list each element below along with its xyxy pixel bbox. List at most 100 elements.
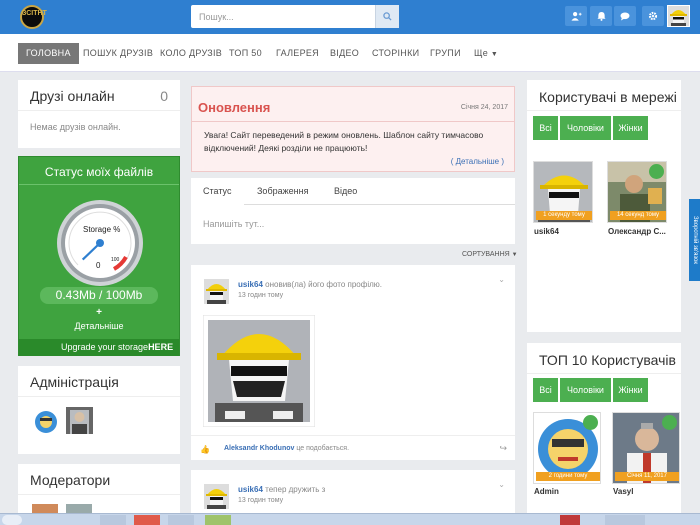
tab-status[interactable]: Статус [203,186,231,196]
caret-down-icon: ▼ [511,252,518,258]
upgrade-here: HERE [148,342,174,352]
top10-filter-women-button[interactable]: Жінки [613,378,648,402]
update-text: Увага! Сайт переведений в режим оновлень… [204,130,484,153]
update-notice: Оновлення Січня 24, 2017 Увага! Сайт пер… [191,86,515,172]
search-button[interactable] [375,5,399,28]
post-menu-icon[interactable]: ⌄ [498,480,505,489]
post-time: 13 годин тому [238,497,284,504]
nav-more-label: Ще [474,48,489,58]
online-user-time-badge: 1 секунду тому [536,211,592,220]
post-action: тепер дружить з [265,485,326,494]
post-user-link[interactable]: usik64 [238,485,263,494]
messages-button[interactable] [614,6,636,26]
online-user-card[interactable]: 1 секунду тому [533,161,593,223]
taskbar-app[interactable] [168,515,194,525]
upgrade-text: Upgrade your storage [61,342,149,352]
nav-groups[interactable]: ГРУПИ [430,43,461,64]
like-icon[interactable]: 👍 [200,445,210,454]
nav-find-friends[interactable]: ПОШУК ДРУЗІВ [83,43,153,64]
likes-line: Aleksandr Khodunov це подобається. [224,445,349,452]
os-taskbar [0,513,700,525]
top-user-name[interactable]: Admin [534,487,559,496]
admins-title: Адміністрація [30,374,119,390]
liker-link[interactable]: Aleksandr Khodunov [224,445,294,452]
divider [191,435,515,436]
post-user-avatar[interactable] [204,484,229,509]
site-logo[interactable]: ЗСІТНТ [20,5,47,29]
friends-online-panel: Друзі онлайн 0 Немає друзів онлайн. [18,80,180,148]
post-menu-icon[interactable]: ⌄ [498,275,505,284]
chat-icon [620,11,630,21]
taskbar-app[interactable] [205,515,231,525]
gauge-label: Storage % [83,225,121,234]
current-user-avatar[interactable] [667,5,690,27]
sort-dropdown[interactable]: СОРТУВАННЯ ▼ [462,251,518,258]
online-user-card[interactable]: 14 секунд тому [607,161,667,223]
online-user-time-badge: 14 секунд тому [610,211,666,220]
search-icon [383,12,392,21]
update-details-link[interactable]: ( Детальніше ) [451,157,504,166]
post-header: usik64 оновив(ла) його фото профілю. [238,280,382,289]
gauge-zero: 0 [96,261,101,270]
feed-post: usik64 оновив(ла) його фото профілю. 13 … [191,265,515,460]
top10-filter-men-button[interactable]: Чоловіки [560,378,611,402]
online-user-name[interactable]: usik64 [534,227,559,236]
caret-down-icon: ▼ [490,51,499,58]
top10-title: ТОП 10 Користувачів [539,352,676,368]
share-icon[interactable]: ↪ [499,443,507,454]
admin-avatar[interactable] [66,407,93,434]
admin-avatar[interactable] [34,410,58,434]
nav-home[interactable]: ГОЛОВНА [18,43,79,64]
divider [18,396,180,397]
friends-online-title: Друзі онлайн [30,88,115,104]
add-friend-icon[interactable] [649,164,664,179]
taskbar-app[interactable] [100,515,126,525]
add-friend-icon[interactable] [662,415,677,430]
post-photo[interactable] [203,315,315,427]
post-user-avatar[interactable] [204,279,229,304]
tab-images[interactable]: Зображення [257,186,308,196]
search-box [191,5,399,28]
nav-more[interactable]: Ще ▼ [474,43,498,64]
composer-input[interactable]: Напишіть тут... [203,219,264,229]
storage-details-link[interactable]: Детальніше [19,321,179,331]
gauge-max: 100 [111,257,120,263]
taskbar-app[interactable] [134,515,160,525]
settings-button[interactable] [642,6,664,26]
notifications-button[interactable] [590,6,612,26]
nav-video[interactable]: ВІДЕО [330,43,359,64]
search-input[interactable] [191,5,375,28]
top-user-name[interactable]: Vasyl [613,487,633,496]
divider [18,494,180,495]
user-add-icon [570,12,582,21]
avatar-image [668,6,689,26]
top-user-card[interactable]: Січня 11, 2017 [612,412,680,484]
divider [527,110,681,111]
plus-icon: + [96,307,102,318]
online-user-name[interactable]: Олександр С... [608,227,666,236]
tab-video[interactable]: Відео [334,186,357,196]
nav-friends-circle[interactable]: КОЛО ДРУЗІВ [160,43,222,64]
taskbar-app[interactable] [560,515,580,525]
update-date: Січня 24, 2017 [460,104,508,111]
storage-gauge [57,200,143,286]
nav-top50[interactable]: ТОП 50 [229,43,262,64]
start-button[interactable] [2,515,22,525]
top10-filter-all-button[interactable]: Всі [533,378,558,402]
friend-requests-button[interactable] [565,6,587,26]
post-user-link[interactable]: usik64 [238,280,263,289]
filter-women-button[interactable]: Жінки [613,116,648,140]
post-header: usik64 тепер дружить з [238,485,325,494]
top-user-card[interactable]: 2 години тому [533,412,601,484]
upgrade-storage-link[interactable]: Upgrade your storageHERE [19,339,179,356]
nav-pages[interactable]: СТОРІНКИ [372,43,419,64]
filter-men-button[interactable]: Чоловіки [560,116,611,140]
top-user-time-badge: 2 години тому [536,472,600,481]
storage-panel: Статус моїх файлів Storage % 0 100 0.43M… [18,156,180,356]
nav-gallery[interactable]: ГАЛЕРЕЯ [276,43,319,64]
storage-title: Статус моїх файлів [44,165,154,179]
main-nav: ГОЛОВНА ПОШУК ДРУЗІВ КОЛО ДРУЗІВ ТОП 50 … [0,34,700,72]
filter-all-button[interactable]: Всі [533,116,558,140]
add-friend-icon[interactable] [583,415,598,430]
feedback-tab[interactable]: Зворотній зв'язок [689,199,700,281]
